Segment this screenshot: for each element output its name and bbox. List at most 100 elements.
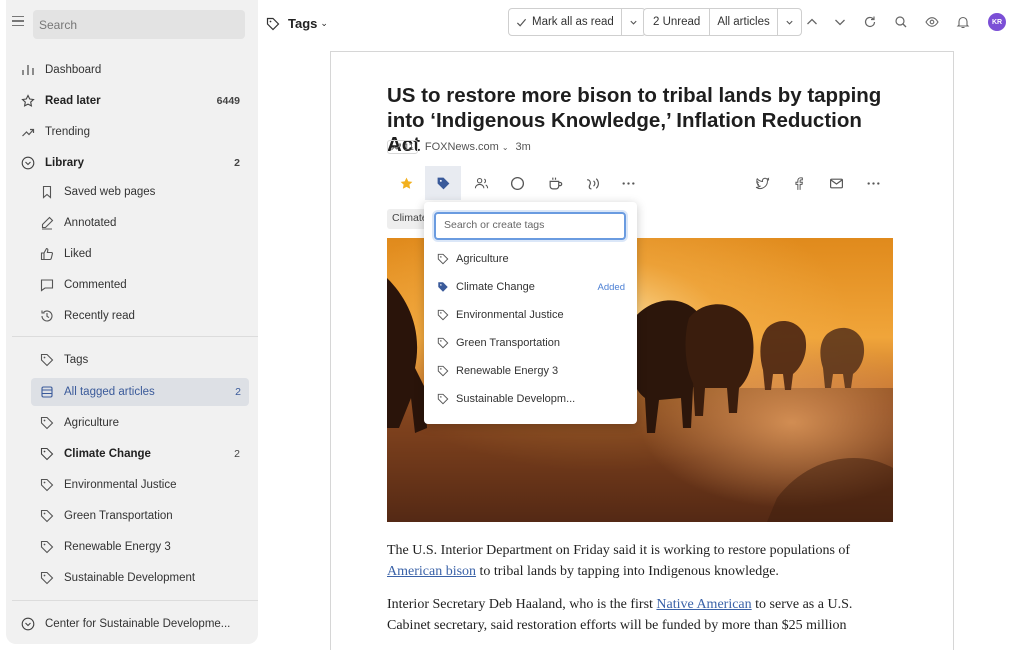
tag-icon [40, 416, 54, 430]
sidebar-item-read-later[interactable]: Read later 6449 [6, 87, 258, 115]
count-badge: 2 [234, 157, 240, 169]
divider [12, 600, 258, 601]
article-actions [387, 166, 897, 200]
chevron-down-icon[interactable]: ⌄ [502, 143, 509, 152]
sidebar-item-label: Renewable Energy 3 [64, 541, 171, 553]
more-options-icon[interactable] [864, 174, 882, 192]
tag-chip[interactable]: Climate Change [387, 209, 427, 229]
page-title[interactable]: Tags ⌄ [266, 16, 328, 31]
chevron-down-icon[interactable] [832, 14, 848, 30]
tag-option-label: Agriculture [456, 253, 509, 265]
sidebar-item-all-tagged-articles[interactable]: All tagged articles 2 [31, 378, 249, 406]
sidebar-item-tags[interactable]: Tags [6, 346, 258, 374]
unread-filter-button[interactable]: 2 Unread [644, 9, 711, 35]
tag-icon [40, 540, 54, 554]
bookmark-icon [40, 185, 54, 199]
tag-icon [40, 478, 54, 492]
filter-dropdown-button[interactable] [778, 9, 801, 35]
count-badge: 6449 [216, 95, 240, 107]
sidebar-item-label: Tags [64, 354, 89, 366]
search-icon[interactable] [893, 14, 909, 30]
article-paragraph: Interior Secretary Deb Haaland, who is t… [387, 594, 897, 636]
filter-group: 2 Unread All articles [643, 8, 802, 36]
sidebar-item-trending[interactable]: Trending [6, 118, 258, 146]
text-to-speech-icon[interactable] [583, 174, 601, 192]
sidebar-item-recently-read[interactable]: Recently read [6, 302, 258, 330]
paragraph-text: The U.S. Interior Department on Friday s… [387, 543, 851, 558]
mark-read-dropdown-button[interactable] [622, 9, 645, 35]
sidebar-item-liked[interactable]: Liked [6, 240, 258, 268]
sidebar-item-label: Annotated [64, 217, 117, 229]
tag-option-label: Climate Change [456, 281, 535, 293]
unread-label: 2 Unread [653, 16, 701, 28]
tag-filled-icon [437, 281, 449, 293]
facebook-icon[interactable] [789, 174, 807, 192]
sidebar-item-tag[interactable]: Agriculture [6, 409, 258, 437]
tag-option[interactable]: Climate Change Added [424, 273, 637, 301]
trend-badge: 11 [387, 140, 418, 154]
tag-option[interactable]: Sustainable Developm... [424, 385, 637, 413]
bar-chart-icon [21, 63, 35, 77]
sidebar-item-label: Recently read [64, 310, 135, 322]
search-input[interactable]: Search [33, 10, 245, 39]
sidebar-item-tag[interactable]: Renewable Energy 3 [6, 533, 258, 561]
sidebar-item-tag[interactable]: Green Transportation [6, 502, 258, 530]
all-articles-filter-button[interactable]: All articles [710, 9, 778, 35]
comment-icon [40, 278, 54, 292]
trending-icon [21, 125, 35, 139]
tag-option[interactable]: Renewable Energy 3 [424, 357, 637, 385]
chevron-down-icon [630, 20, 637, 25]
sidebar-item-tag[interactable]: Climate Change 2 [6, 440, 258, 468]
tag-icon [40, 509, 54, 523]
count-badge: 2 [235, 386, 241, 398]
check-icon [516, 18, 527, 27]
refresh-icon[interactable] [862, 14, 878, 30]
link-american-bison[interactable]: American bison [387, 564, 476, 579]
link-native-american[interactable]: Native American [656, 597, 751, 612]
page-title-label: Tags [288, 16, 318, 31]
tag-option[interactable]: Environmental Justice [424, 301, 637, 329]
tag-icon [437, 253, 449, 265]
sidebar-item-annotated[interactable]: Annotated [6, 209, 258, 237]
sidebar-item-library[interactable]: Library 2 [6, 149, 258, 177]
bell-icon[interactable] [955, 14, 971, 30]
sidebar-item-commented[interactable]: Commented [6, 271, 258, 299]
sidebar-item-tag[interactable]: Environmental Justice [6, 471, 258, 499]
chevron-down-icon [786, 20, 793, 25]
history-icon [40, 309, 54, 323]
star-icon[interactable] [397, 174, 415, 192]
sidebar-item-label: Agriculture [64, 417, 119, 429]
tag-option[interactable]: Green Transportation [424, 329, 637, 357]
sidebar-item-label: Center for Sustainable Developme... [45, 618, 231, 630]
email-icon[interactable] [827, 174, 845, 192]
twitter-icon[interactable] [753, 174, 771, 192]
share-with-team-icon[interactable] [472, 174, 490, 192]
sidebar-item-dashboard[interactable]: Dashboard [6, 56, 258, 84]
sidebar-item-saved-web-pages[interactable]: Saved web pages [6, 178, 258, 206]
tag-search-input[interactable]: Search or create tags [434, 212, 626, 240]
thumbs-up-icon [40, 247, 54, 261]
tag-option[interactable]: Agriculture [424, 245, 637, 273]
sidebar-item-label: All tagged articles [64, 386, 155, 398]
circle-icon[interactable] [508, 174, 526, 192]
eye-icon[interactable] [924, 14, 940, 30]
chevron-up-icon[interactable] [804, 14, 820, 30]
mark-all-read-button[interactable]: Mark all as read [509, 9, 622, 35]
sidebar-item-label: Green Transportation [64, 510, 173, 522]
article-source[interactable]: FOXNews.com [425, 141, 499, 153]
tag-icon [437, 393, 449, 405]
avatar[interactable]: KR [988, 13, 1006, 31]
sidebar-item-label: Environmental Justice [64, 479, 177, 491]
tag-icon[interactable] [425, 166, 461, 200]
all-articles-label: All articles [717, 16, 770, 28]
menu-icon[interactable] [12, 16, 24, 27]
more-options-icon[interactable] [619, 174, 637, 192]
sidebar-item-label: Dashboard [45, 64, 102, 76]
mark-all-read-label: Mark all as read [532, 16, 614, 28]
sidebar-item-tag[interactable]: Sustainable Development [6, 564, 258, 592]
tag-icon [437, 309, 449, 321]
coffee-cup-icon[interactable] [546, 174, 564, 192]
tag-option-label: Environmental Justice [456, 309, 564, 321]
sidebar-item-label: Sustainable Development [64, 572, 196, 584]
sidebar-item-collection[interactable]: Center for Sustainable Developme... [6, 610, 258, 638]
